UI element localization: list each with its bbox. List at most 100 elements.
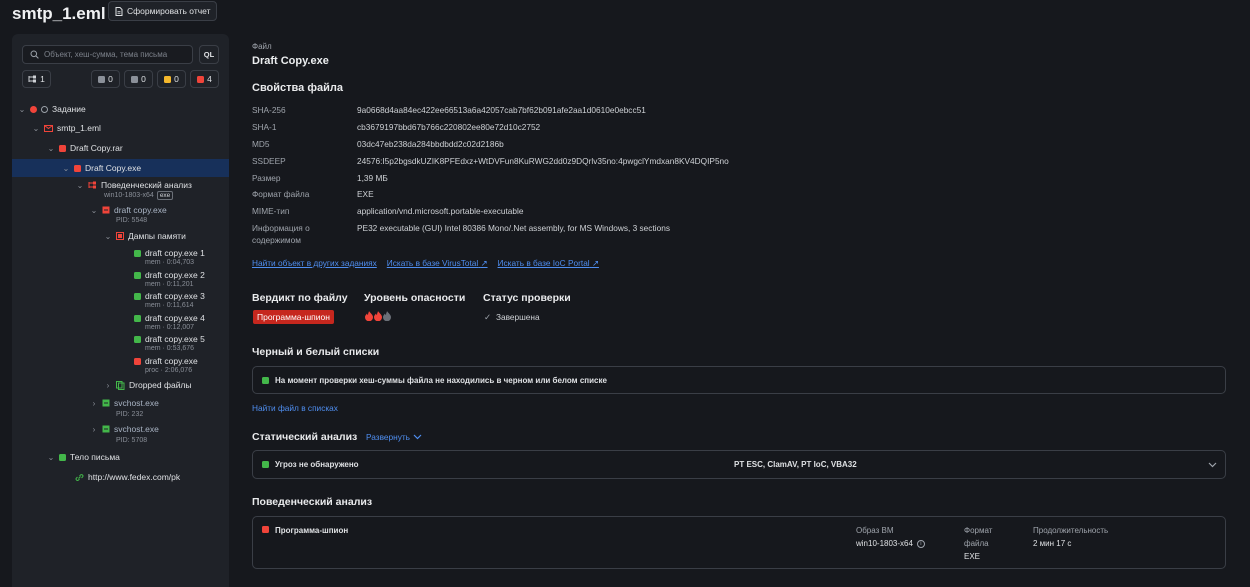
prop-value[interactable]: 9a0668d4aa84ec422ee66513a6a42057cab7bf62… <box>357 104 646 116</box>
search-placeholder: Объект, хеш-сумма, тема письма <box>44 50 168 59</box>
process-icon <box>102 399 110 407</box>
tree-label: Тело письма <box>70 452 120 462</box>
process-pid: PID: 5548 <box>116 217 148 224</box>
tree-item-mail-body[interactable]: ⌄ Тело письма <box>47 452 120 462</box>
tree-label: Дампы памяти <box>128 231 186 241</box>
behavior-subtitle: win10-1803-x64 exe <box>104 191 174 200</box>
document-icon <box>115 6 123 16</box>
chevron-right-icon: › <box>92 424 96 434</box>
tree-filter-chip[interactable]: 1 <box>22 70 51 88</box>
green-square-icon <box>134 292 141 300</box>
search-links: Найти объект в других заданиях Искать в … <box>252 258 599 268</box>
yellow-count: 0 <box>174 74 179 84</box>
generate-report-button[interactable]: Сформировать отчет <box>108 1 218 21</box>
prop-value[interactable]: 03dc47eb238da284bbdbdd2c02d2186b <box>357 138 504 150</box>
dump-subtitle: mem · 0:11,614 <box>145 302 194 309</box>
tree-item-eml[interactable]: ⌄ smtp_1.eml <box>32 123 101 133</box>
tree-item-dump-4[interactable]: draft copy.exe 4 <box>134 313 205 323</box>
memory-dump-icon <box>116 232 124 240</box>
tree-label: Draft Copy.rar <box>70 143 123 153</box>
green-square-icon <box>134 335 141 343</box>
tree-label: draft copy.exe 5 <box>145 334 205 344</box>
behavior-verdict: Программа-шпион <box>275 526 349 535</box>
yellow-square-icon <box>164 75 172 83</box>
flag-filter-chip[interactable]: 0 <box>124 70 153 88</box>
prop-value[interactable]: application/vnd.microsoft.portable-execu… <box>357 205 524 217</box>
flame-icon <box>383 311 391 321</box>
find-other-tasks-link[interactable]: Найти объект в других заданиях <box>252 258 377 268</box>
duration-value: 2 мин 17 с <box>1033 539 1072 548</box>
tree-item-task[interactable]: ⌄ Задание <box>18 104 86 114</box>
danger-level-indicator <box>365 311 391 321</box>
flame-icon <box>374 311 382 321</box>
tree-item-exe[interactable]: ⌄ Draft Copy.exe <box>62 163 141 173</box>
chevron-down-icon: ⌄ <box>47 143 55 153</box>
ql-button[interactable]: QL <box>199 45 219 64</box>
tree-item-behavior[interactable]: ⌄ Поведенческий анализ <box>76 180 192 190</box>
tree-item-rar[interactable]: ⌄ Draft Copy.rar <box>47 143 123 153</box>
verdict-badge: Программа-шпион <box>253 310 334 324</box>
tree-label: Поведенческий анализ <box>101 180 192 190</box>
dump-subtitle: mem · 0:53,676 <box>145 345 195 352</box>
tree-label: svchost.exe <box>114 398 159 408</box>
chevron-right-icon: › <box>92 398 96 408</box>
prop-key: SHA-256 <box>252 105 286 115</box>
red-square-icon <box>74 164 81 172</box>
tree-item-dump-1[interactable]: draft copy.exe 1 <box>134 248 205 258</box>
tree-label: draft copy.exe <box>114 205 167 215</box>
expand-button[interactable]: Развернуть <box>366 432 422 442</box>
search-input[interactable]: Объект, хеш-сумма, тема письма <box>22 45 193 64</box>
chevron-down-icon: ⌄ <box>104 231 112 241</box>
virustotal-link[interactable]: Искать в базе VirusTotal ↗ <box>387 258 488 268</box>
tree-item-url[interactable]: http://www.fedex.com/pk <box>75 472 180 482</box>
vm-image-name: win10-1803-x64 <box>856 539 913 548</box>
tree-item-dump-6[interactable]: draft copy.exe <box>134 356 198 366</box>
tree-item-memory-dumps[interactable]: ⌄ Дампы памяти <box>104 231 186 241</box>
prop-value[interactable]: PE32 executable (GUI) Intel 80386 Mono/.… <box>357 222 670 234</box>
chevron-down-icon: ⌄ <box>90 205 98 215</box>
envelope-icon <box>44 124 53 132</box>
prop-value[interactable]: cb3679197bbd67b766c220802ee80e72d10c2752 <box>357 121 540 133</box>
tree-label: smtp_1.eml <box>57 123 101 133</box>
external-link-icon: ↗ <box>480 258 488 268</box>
tree-item-dropped[interactable]: › Dropped файлы <box>104 380 192 390</box>
tree-item-svchost-2[interactable]: › svchost.exe <box>90 424 159 434</box>
static-engines: PT ESC, ClamAV, PT IoC, VBA32 <box>734 460 857 469</box>
tree-item-svchost-1[interactable]: › svchost.exe <box>90 398 159 408</box>
green-square-icon <box>134 249 141 257</box>
tree-item-dump-2[interactable]: draft copy.exe 2 <box>134 270 205 280</box>
grey-filter-chip[interactable]: 0 <box>91 70 120 88</box>
red-square-icon <box>197 75 205 83</box>
prop-value[interactable]: 1,39 МБ <box>357 172 388 184</box>
find-in-lists-link[interactable]: Найти файл в списках <box>252 403 338 413</box>
duration-label: Продолжительность <box>1033 526 1109 535</box>
tree-item-dump-5[interactable]: draft copy.exe 5 <box>134 334 205 344</box>
behavior-analysis-card[interactable]: Программа-шпион Образ ВМ win10-1803-x64 i… <box>252 516 1226 569</box>
green-square-icon <box>59 453 66 461</box>
red-filter-chip[interactable]: 4 <box>190 70 219 88</box>
dump-subtitle: mem · 0:04,703 <box>145 259 195 266</box>
yellow-filter-chip[interactable]: 0 <box>157 70 186 88</box>
red-count: 4 <box>207 74 212 84</box>
tree-item-process[interactable]: ⌄ draft copy.exe <box>90 205 167 215</box>
prop-key: Формат файла <box>252 189 310 199</box>
tree-label: draft copy.exe 4 <box>145 313 205 323</box>
chevron-down-icon <box>1208 462 1217 468</box>
tree-item-dump-3[interactable]: draft copy.exe 3 <box>134 291 205 301</box>
process-icon <box>102 206 110 214</box>
info-icon[interactable]: i <box>916 539 925 548</box>
chevron-down-icon: ⌄ <box>62 163 70 173</box>
vm-image-label: Образ ВМ <box>856 526 894 535</box>
process-tree-icon <box>88 181 96 189</box>
status-circle-icon <box>41 105 48 113</box>
ioc-portal-link[interactable]: Искать в базе IoC Portal ↗ <box>498 258 599 268</box>
grey-count: 0 <box>108 74 113 84</box>
red-square-icon <box>134 357 141 365</box>
static-analysis-row[interactable]: Угроз не обнаружено PT ESC, ClamAV, PT I… <box>252 450 1226 479</box>
sidebar: Объект, хеш-сумма, тема письма QL 1 0 0 … <box>12 34 229 587</box>
prop-value[interactable]: 24576:I5p2bgsdkUZIK8PFEdxz+WtDVFun8KuRWG… <box>357 155 729 167</box>
prop-value[interactable]: EXE <box>357 188 374 200</box>
prop-key: MIME-тип <box>252 206 290 216</box>
search-icon <box>30 50 39 59</box>
tree-count: 1 <box>40 74 45 84</box>
